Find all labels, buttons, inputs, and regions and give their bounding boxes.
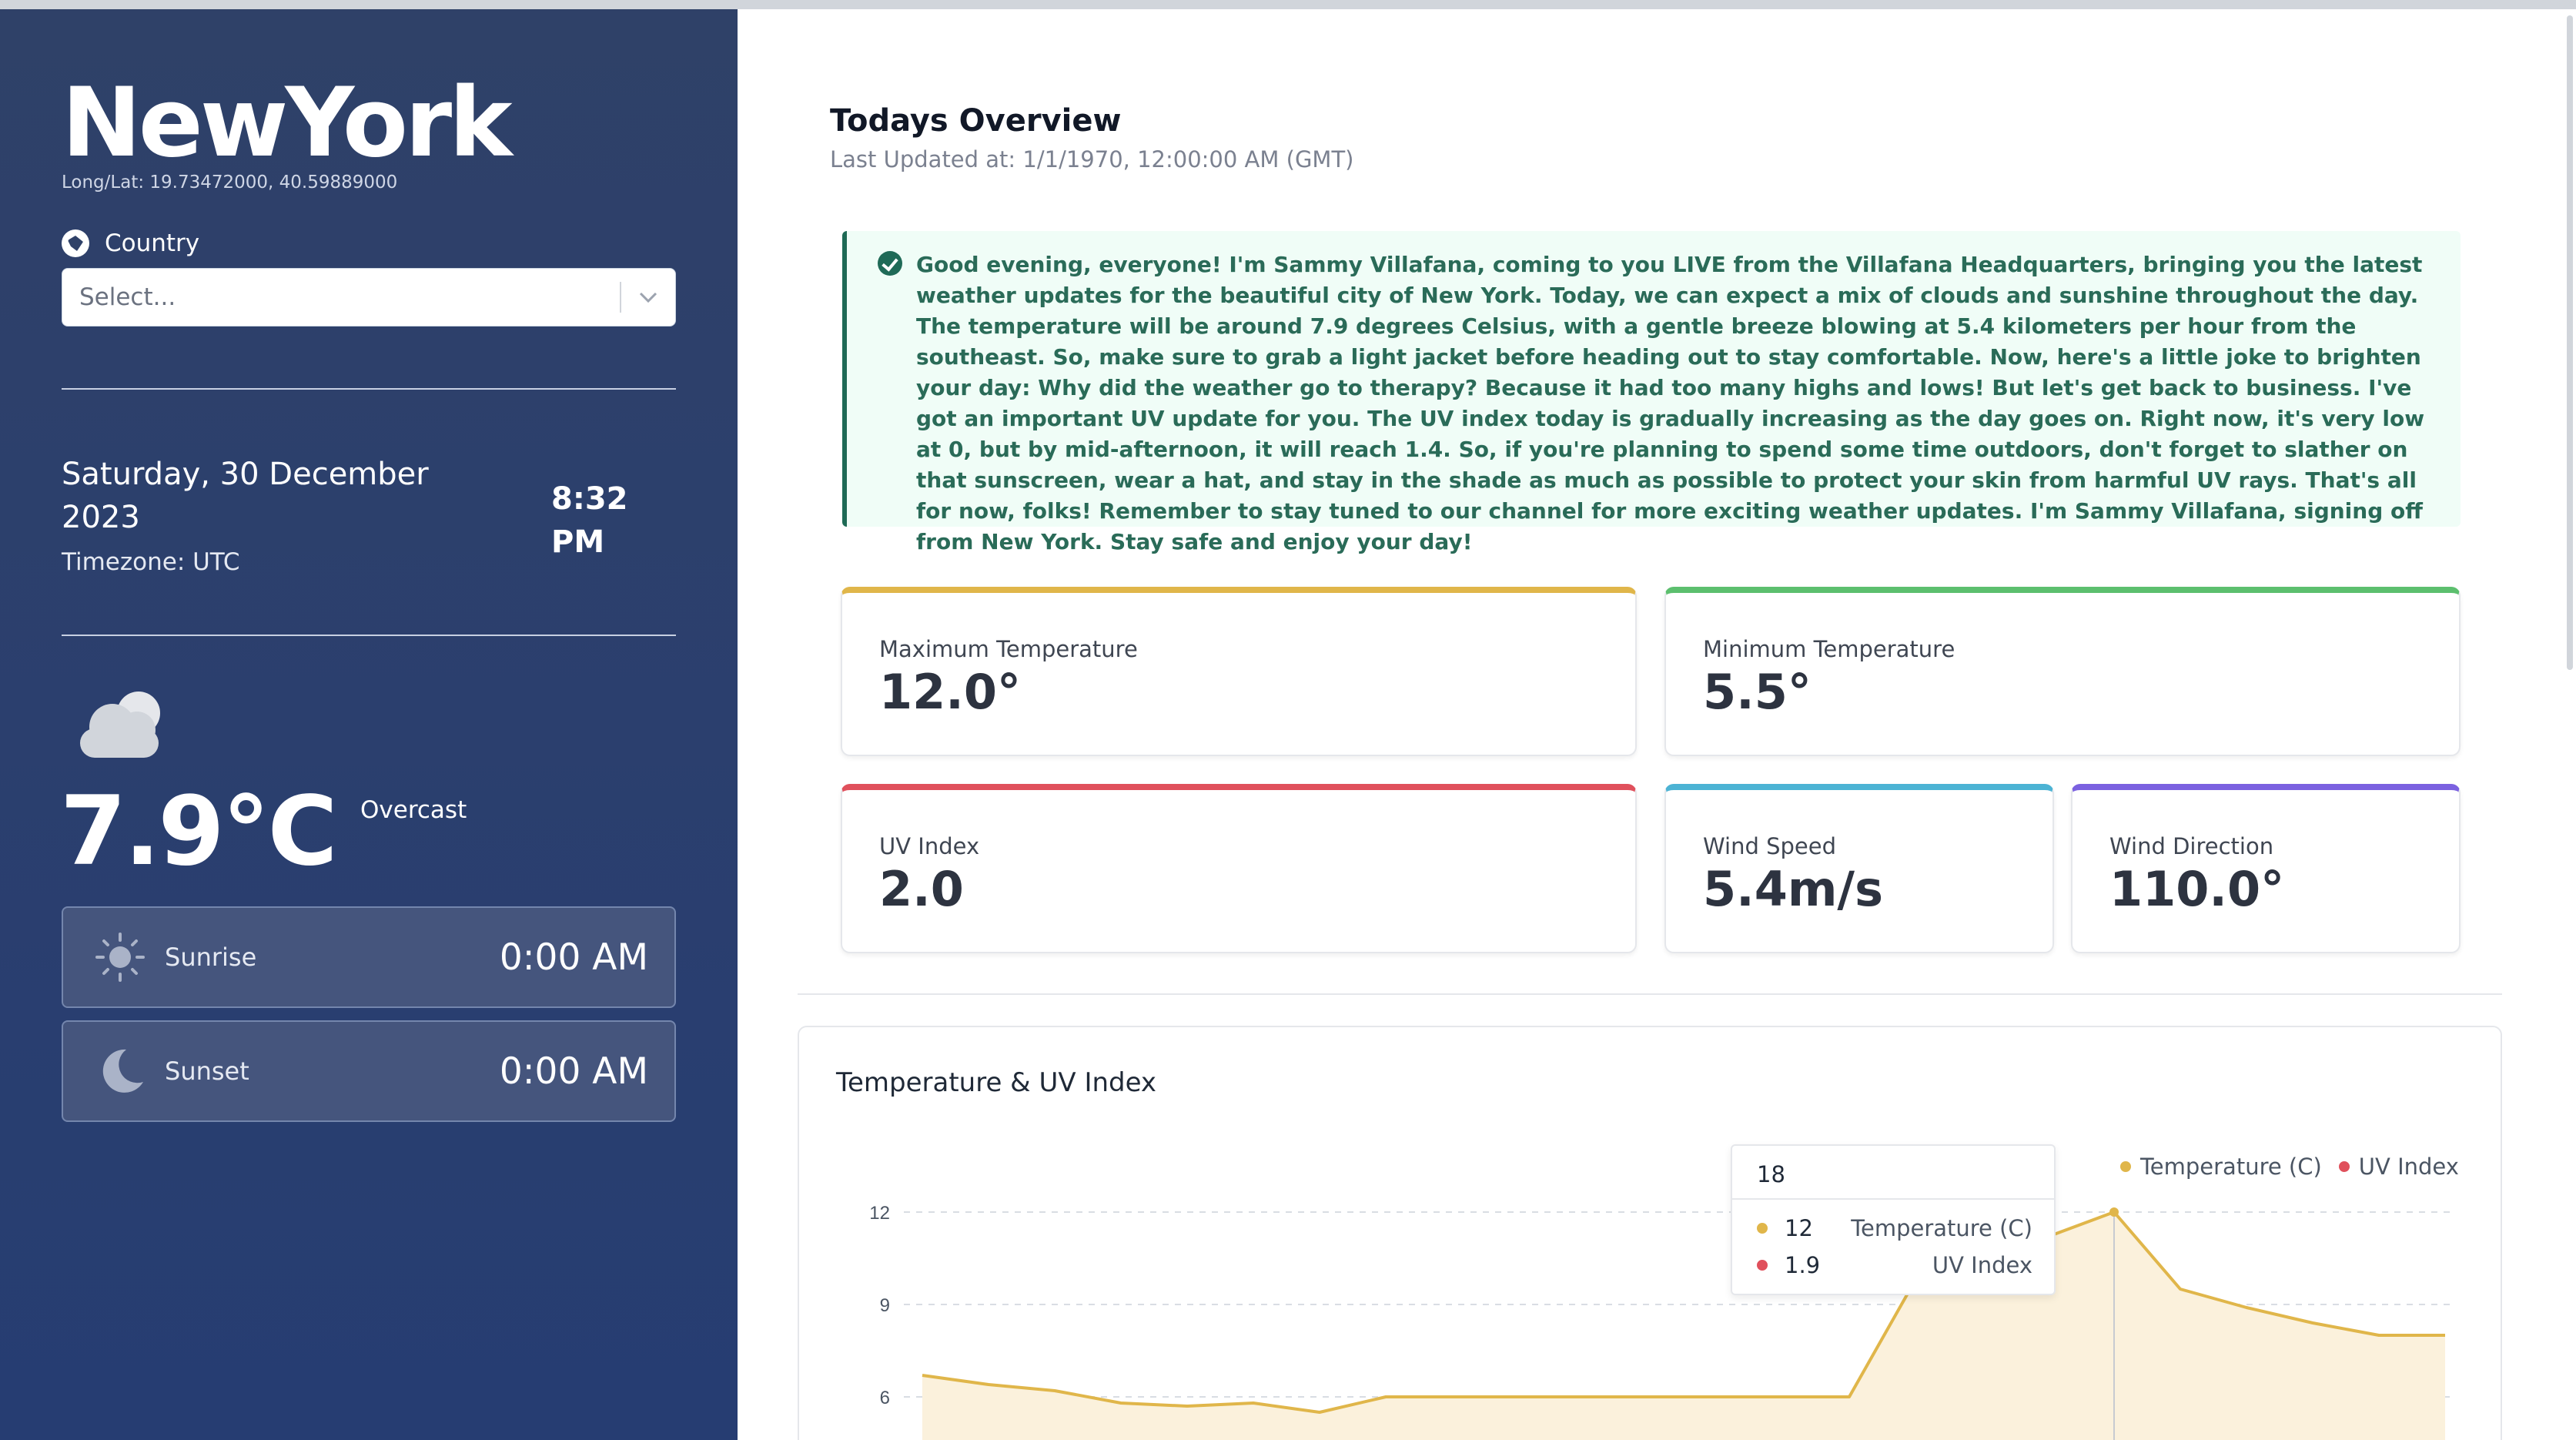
current-temperature: 7.9°C bbox=[60, 776, 338, 887]
globe-icon bbox=[62, 229, 89, 257]
sunset-label: Sunset bbox=[165, 1057, 249, 1086]
country-select-placeholder: Select... bbox=[79, 283, 176, 311]
legend-label: UV Index bbox=[2358, 1154, 2459, 1180]
tooltip-divider bbox=[1732, 1198, 2054, 1200]
y-tick-label: 12 bbox=[869, 1203, 890, 1224]
chart-title: Temperature & UV Index bbox=[836, 1067, 1157, 1098]
tooltip-series-name: UV Index bbox=[1932, 1252, 2032, 1278]
stat-card-uv-index: UV Index 2.0 bbox=[841, 784, 1637, 953]
sun-icon bbox=[95, 933, 145, 982]
sunrise-time: 0:00 AM bbox=[499, 936, 648, 979]
coordinates: Long/Lat: 19.73472000, 40.59889000 bbox=[62, 172, 398, 193]
legend-item-temperature[interactable]: Temperature (C) bbox=[2120, 1154, 2322, 1180]
sunset-card: Sunset 0:00 AM bbox=[62, 1020, 676, 1122]
sidebar: NewYork Long/Lat: 19.73472000, 40.598890… bbox=[0, 9, 738, 1440]
stat-value: 5.5° bbox=[1703, 664, 1812, 720]
current-date: Saturday, 30 December 2023 bbox=[62, 457, 429, 535]
tooltip-dot bbox=[1757, 1223, 1768, 1234]
temperature-uv-chart[interactable]: 6 9 12 bbox=[836, 1140, 2468, 1440]
weather-report-alert: Good evening, everyone! I'm Sammy Villaf… bbox=[842, 231, 2461, 554]
stat-label: Wind Direction bbox=[2109, 833, 2274, 859]
y-tick-label: 9 bbox=[880, 1295, 890, 1316]
weather-condition: Overcast bbox=[360, 796, 467, 824]
stat-value: 2.0 bbox=[879, 861, 964, 917]
tooltip-value: 1.9 bbox=[1785, 1252, 1821, 1278]
legend-dot bbox=[2120, 1161, 2131, 1172]
stat-value: 110.0° bbox=[2109, 861, 2285, 917]
legend-item-uv[interactable]: UV Index bbox=[2338, 1154, 2459, 1180]
stat-value: 12.0° bbox=[879, 664, 1021, 720]
timezone: Timezone: UTC bbox=[62, 548, 240, 576]
city-name: NewYork bbox=[62, 68, 513, 179]
country-label-text: Country bbox=[105, 229, 200, 257]
chart-legend: Temperature (C) UV Index bbox=[2120, 1154, 2459, 1180]
stat-label: Maximum Temperature bbox=[879, 636, 1138, 662]
temperature-point bbox=[2109, 1207, 2119, 1217]
current-time: 8:32 PM bbox=[551, 481, 628, 560]
chevron-down-icon[interactable] bbox=[621, 269, 675, 326]
legend-dot bbox=[2338, 1161, 2350, 1172]
chart-tooltip: 18 12 Temperature (C) 1.9 UV Index bbox=[1731, 1144, 2056, 1295]
sidebar-divider bbox=[62, 635, 676, 636]
stat-label: Wind Speed bbox=[1703, 833, 1837, 859]
scrollbar-thumb[interactable] bbox=[2567, 15, 2573, 670]
country-select[interactable]: Select... bbox=[62, 268, 676, 327]
stat-card-wind-direction: Wind Direction 110.0° bbox=[2071, 784, 2461, 953]
stat-label: Minimum Temperature bbox=[1703, 636, 1955, 662]
legend-label: Temperature (C) bbox=[2140, 1154, 2322, 1180]
tooltip-dot bbox=[1757, 1260, 1768, 1271]
sidebar-divider bbox=[62, 388, 676, 390]
country-label: Country bbox=[62, 229, 199, 257]
overview-title: Todays Overview bbox=[830, 103, 1122, 139]
tooltip-hour: 18 bbox=[1757, 1161, 1785, 1187]
stat-value: 5.4m/s bbox=[1703, 861, 1883, 917]
sunrise-card: Sunrise 0:00 AM bbox=[62, 906, 676, 1008]
sunset-time: 0:00 AM bbox=[499, 1050, 648, 1093]
tooltip-row-temperature: 12 Temperature (C) bbox=[1757, 1215, 2032, 1241]
tooltip-value: 12 bbox=[1785, 1215, 1813, 1241]
weather-report-text: Good evening, everyone! I'm Sammy Villaf… bbox=[916, 252, 2425, 554]
tooltip-series-name: Temperature (C) bbox=[1851, 1215, 2032, 1241]
stat-card-min-temp: Minimum Temperature 5.5° bbox=[1664, 587, 2461, 756]
check-circle-icon bbox=[878, 251, 902, 276]
stat-card-max-temp: Maximum Temperature 12.0° bbox=[841, 587, 1637, 756]
stat-card-wind-speed: Wind Speed 5.4m/s bbox=[1664, 784, 2054, 953]
y-tick-label: 6 bbox=[880, 1388, 890, 1408]
last-updated: Last Updated at: 1/1/1970, 12:00:00 AM (… bbox=[830, 146, 1354, 172]
tooltip-row-uv: 1.9 UV Index bbox=[1757, 1252, 2032, 1278]
section-divider bbox=[798, 993, 2502, 995]
moon-icon bbox=[102, 1049, 143, 1093]
stat-label: UV Index bbox=[879, 833, 980, 859]
sunrise-label: Sunrise bbox=[165, 943, 257, 972]
browser-top-bar bbox=[0, 0, 2576, 9]
cloud-icon bbox=[80, 692, 160, 758]
